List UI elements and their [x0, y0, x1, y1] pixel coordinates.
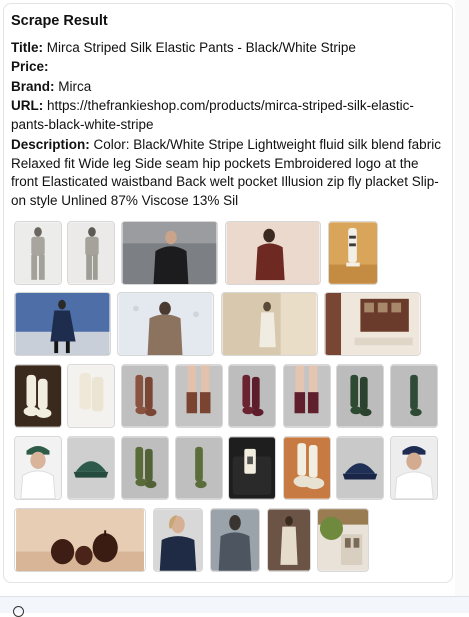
title-value: Mirca Striped Silk Elastic Pants - Black…	[46, 40, 356, 55]
price-label: Price:	[11, 59, 49, 74]
building-exterior-image[interactable]	[317, 508, 369, 572]
burgundy-socks-image[interactable]	[228, 364, 276, 428]
brand-field: Brand: Mirca	[11, 78, 443, 97]
title-label: Title:	[11, 40, 44, 55]
olive-socks-image[interactable]	[121, 436, 169, 500]
scrollbar[interactable]	[455, 0, 469, 596]
model-cream-outfit-room-image[interactable]	[221, 292, 318, 356]
model-beige-trench-image[interactable]	[267, 508, 311, 572]
cream-socks-worn-image[interactable]	[14, 364, 62, 428]
price-field: Price:	[11, 58, 443, 77]
socks-in-box-image[interactable]	[228, 436, 276, 500]
model-black-jacket-image[interactable]	[121, 221, 218, 285]
model-burgundy-coat-image[interactable]	[225, 221, 321, 285]
url-value[interactable]: https://thefrankieshop.com/products/mirc…	[11, 98, 414, 132]
sock-on-stand-image[interactable]	[328, 221, 378, 285]
title-field: Title: Mirca Striped Silk Elastic Pants …	[11, 39, 443, 58]
green-socks-image[interactable]	[336, 364, 384, 428]
model-grey-suit-front-image[interactable]	[14, 221, 62, 285]
navy-cap-image[interactable]	[336, 436, 384, 500]
pear-candles-image[interactable]	[14, 508, 146, 572]
olive-socks-single-image[interactable]	[175, 436, 223, 500]
cream-socks-worn-shoes-image[interactable]	[283, 436, 331, 500]
bottom-message-bar	[0, 596, 469, 613]
model-grey-coat-image[interactable]	[210, 508, 260, 572]
description-label: Description:	[11, 137, 90, 152]
green-cap-image[interactable]	[67, 436, 115, 500]
store-interior-image[interactable]	[324, 292, 421, 356]
model-fur-coat-image[interactable]	[117, 292, 214, 356]
brown-socks-image[interactable]	[121, 364, 169, 428]
brand-label: Brand:	[11, 79, 55, 94]
burgundy-socks-worn-image[interactable]	[283, 364, 331, 428]
url-label: URL:	[11, 98, 44, 113]
model-green-cap-image[interactable]	[14, 436, 62, 500]
model-grey-suit-side-image[interactable]	[67, 221, 115, 285]
model-navy-coat-image[interactable]	[153, 508, 203, 572]
model-navy-cap-image[interactable]	[390, 436, 438, 500]
scrape-result-heading: Scrape Result	[11, 13, 108, 29]
cream-socks-folded-image[interactable]	[67, 364, 115, 428]
brand-value: Mirca	[58, 79, 92, 94]
green-socks-single-image[interactable]	[390, 364, 438, 428]
url-field: URL: https://thefrankieshop.com/products…	[11, 97, 443, 134]
model-walking-navy-coat-image[interactable]	[14, 292, 111, 356]
brown-socks-worn-image[interactable]	[175, 364, 223, 428]
description-field: Description: Color: Black/White Stripe L…	[11, 136, 443, 210]
